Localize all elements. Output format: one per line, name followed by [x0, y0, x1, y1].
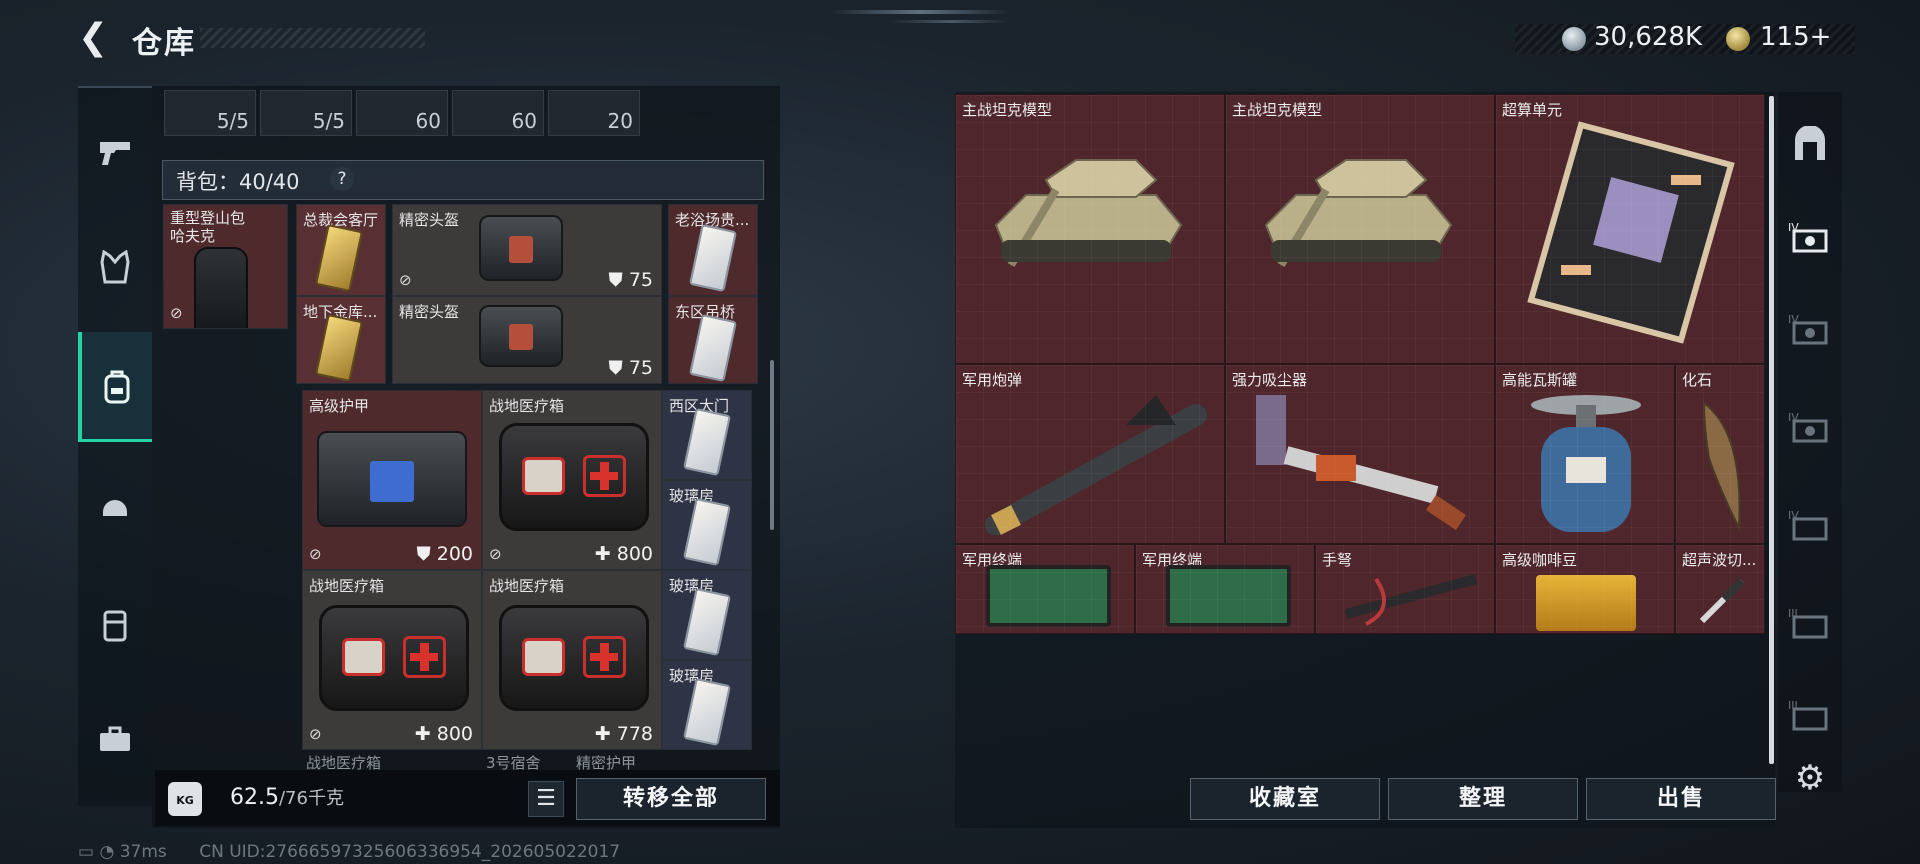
keycard-art: [682, 407, 732, 477]
item-heavy-backpack[interactable]: 重型登山包 哈夫克 ⊘: [163, 204, 288, 329]
currency-gold-value[interactable]: 115+: [1760, 22, 1831, 52]
weight-value: 62.5/76千克: [230, 785, 344, 810]
tank-art: [994, 159, 1183, 268]
keycard-art: [314, 313, 364, 383]
item-keycard[interactable]: 玻璃房: [662, 570, 752, 660]
settings-icon[interactable]: ⚙: [1790, 758, 1830, 798]
cutter-art: [1699, 578, 1745, 624]
item-military-terminal[interactable]: 军用终端: [1135, 544, 1315, 634]
transfer-all-button[interactable]: 转移全部: [576, 778, 766, 820]
keycard-art: [682, 587, 732, 657]
claw-fossil-art: [1702, 400, 1741, 532]
terminal-art: [986, 565, 1111, 627]
first-aid-art: [499, 605, 649, 711]
first-aid-art: [319, 605, 469, 711]
weight-icon: KG: [168, 782, 202, 816]
item-tank-model[interactable]: 主战坦克模型: [955, 94, 1225, 364]
storage-III-icon[interactable]: III: [1778, 676, 1842, 754]
item-keycard[interactable]: 玻璃房: [662, 660, 752, 750]
help-icon[interactable]: ?: [330, 167, 354, 191]
keycard-art: [314, 223, 364, 293]
nav-backpack-icon[interactable]: [78, 332, 152, 442]
item-military-terminal[interactable]: 军用终端: [955, 544, 1135, 634]
nav-armor-vest-icon[interactable]: [78, 222, 152, 312]
ceiling-light: [890, 20, 1010, 23]
keycard-art: [688, 313, 738, 383]
crossbow-art: [1344, 574, 1478, 626]
warehouse-scrollbar[interactable]: [1769, 96, 1774, 764]
item-ultrasonic-cutter[interactable]: 超声波切...: [1675, 544, 1765, 634]
item-coffee-beans[interactable]: 高级咖啡豆: [1495, 544, 1675, 634]
nav-toolbox-icon[interactable]: [78, 694, 152, 784]
item-helmet[interactable]: 精密头盔 ⛊ 75: [392, 296, 662, 384]
tank-art: [1264, 159, 1453, 268]
nav-chest-rig-icon[interactable]: [78, 580, 152, 670]
item-armor[interactable]: 高级护甲 ⊘ ⛊ 200: [302, 390, 482, 570]
uninsured-icon: ⊘: [399, 271, 412, 289]
backpack-art: [194, 247, 248, 328]
status-bar: ▭ ◔ 37ms CN UID:27666597325606336954_202…: [78, 842, 621, 862]
sell-button[interactable]: 出售: [1586, 778, 1776, 820]
keycard-art: [688, 223, 738, 293]
nav-pistol-icon[interactable]: [78, 108, 152, 198]
uninsured-icon: ⊘: [170, 304, 183, 322]
item-fossil[interactable]: 化石: [1675, 364, 1765, 544]
title-stripe-decoration: [200, 28, 425, 48]
item-keycard[interactable]: 玻璃房: [662, 480, 752, 570]
keycard-art: [682, 677, 732, 747]
currency-silver-value[interactable]: 30,628K: [1594, 22, 1702, 52]
storage-IV-icon[interactable]: IV: [1778, 290, 1842, 368]
ammo-slot[interactable]: 60: [356, 90, 448, 136]
storage-IV-icon[interactable]: IV: [1778, 388, 1842, 466]
nav-helmet-icon[interactable]: [78, 460, 152, 550]
collection-room-button[interactable]: 收藏室: [1190, 778, 1380, 820]
uninsured-icon: ⊘: [309, 725, 322, 743]
item-vacuum-cleaner[interactable]: 强力吸尘器: [1225, 364, 1495, 544]
backpack-scrollbar[interactable]: [770, 360, 774, 530]
uninsured-icon: ⊘: [489, 545, 502, 563]
backpack-capacity: 背包：40/40: [176, 170, 300, 194]
item-military-shell[interactable]: 军用炮弹: [955, 364, 1225, 544]
first-aid-art: [499, 423, 649, 531]
keycard-art: [682, 497, 732, 567]
storage-III-icon[interactable]: III: [1778, 584, 1842, 662]
ammo-slot[interactable]: 5/5: [260, 90, 352, 136]
page-title: 仓库: [132, 26, 196, 61]
organize-button[interactable]: 整理: [1388, 778, 1578, 820]
terminal-art: [1166, 565, 1291, 627]
item-keycard[interactable]: 东区吊桥: [668, 296, 758, 384]
artillery-shell-art: [985, 395, 1207, 535]
ammo-slot[interactable]: 20: [548, 90, 640, 136]
item-keycard[interactable]: 地下金库...: [296, 296, 386, 384]
item-helmet[interactable]: 精密头盔 ⊘ ⛊ 75: [392, 204, 662, 296]
item-keycard[interactable]: 总裁会客厅: [296, 204, 386, 296]
list-view-button[interactable]: ☰: [528, 781, 564, 817]
gas-canister-art: [1531, 395, 1641, 532]
item-tank-model[interactable]: 主战坦克模型: [1225, 94, 1495, 364]
armor-art: [317, 431, 467, 527]
back-arrow-icon[interactable]: ❮: [78, 18, 114, 58]
uninsured-icon: ⊘: [309, 545, 322, 563]
item-first-aid[interactable]: 战地医疗箱 ✚ 778: [482, 570, 662, 750]
item-keycard[interactable]: 西区大门: [662, 390, 752, 480]
item-first-aid[interactable]: 战地医疗箱 ⊘ ✚ 800: [482, 390, 662, 570]
ceiling-light: [830, 10, 1010, 14]
ammo-slot[interactable]: 60: [452, 90, 544, 136]
vacuum-art: [1256, 395, 1466, 530]
silver-coin-icon: [1562, 27, 1586, 51]
storage-IV-icon[interactable]: IV: [1778, 198, 1842, 276]
storage-IV-icon[interactable]: IV: [1778, 486, 1842, 564]
item-crossbow[interactable]: 手弩: [1315, 544, 1495, 634]
item-supercomputer-unit[interactable]: 超算单元: [1495, 94, 1765, 364]
vault-icon[interactable]: [1778, 106, 1842, 184]
helmet-art: [479, 215, 563, 281]
item-keycard[interactable]: 老浴场贵...: [668, 204, 758, 296]
ammo-slot[interactable]: 5/5: [164, 90, 256, 136]
item-first-aid[interactable]: 战地医疗箱 ⊘ ✚ 800: [302, 570, 482, 750]
helmet-art: [479, 305, 563, 367]
item-gas-canister[interactable]: 高能瓦斯罐: [1495, 364, 1675, 544]
coffee-bag-art: [1536, 575, 1636, 631]
circuit-board-art: [1527, 121, 1735, 344]
gold-coin-icon: [1726, 27, 1750, 51]
